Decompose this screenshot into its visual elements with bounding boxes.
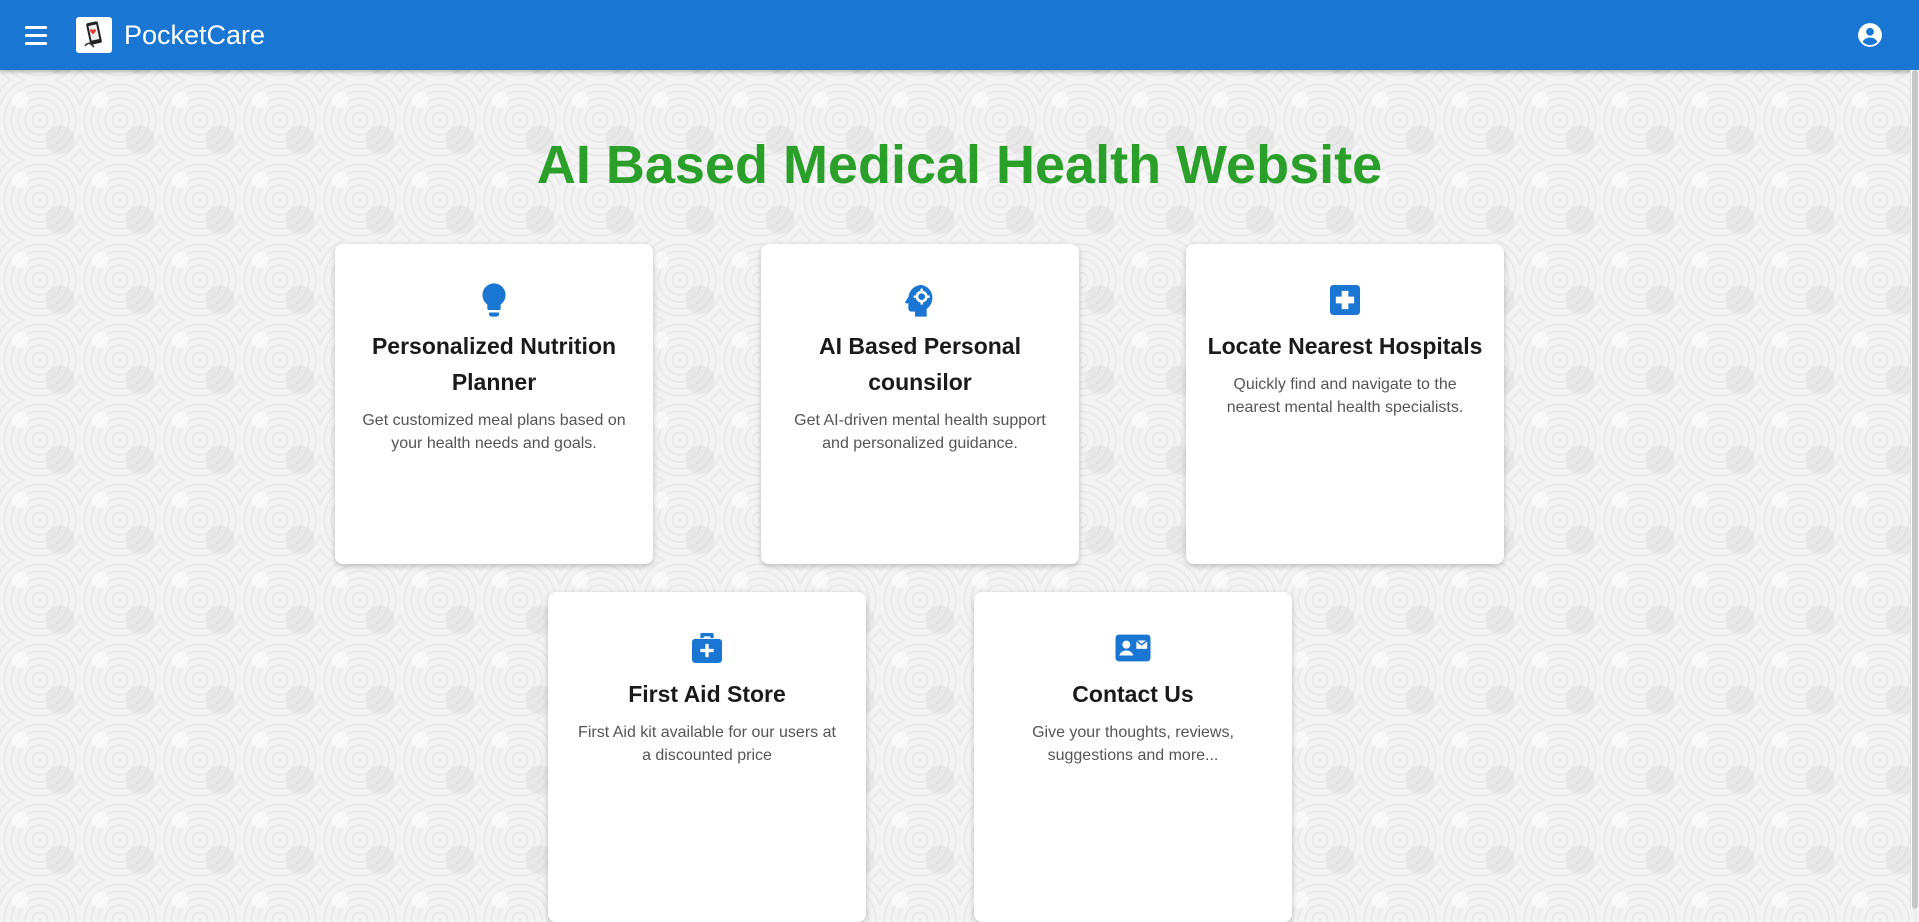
card-ai-counselor[interactable]: AI Based Personal counsilor Get AI-drive… xyxy=(761,244,1079,564)
card-title: Contact Us xyxy=(1072,681,1194,707)
menu-icon[interactable] xyxy=(22,22,50,48)
card-description: Get customized meal plans based on your … xyxy=(362,412,626,452)
brand-logo[interactable] xyxy=(76,17,112,53)
account-circle-icon[interactable] xyxy=(1857,22,1883,48)
card-title: Locate Nearest Hospitals xyxy=(1207,333,1483,359)
local-hospital-icon xyxy=(1330,285,1360,315)
card-title: Personalized Nutrition Planner xyxy=(371,333,617,395)
psychology-icon xyxy=(905,285,933,317)
brand-name[interactable]: PocketCare xyxy=(124,18,265,52)
contact-mail-icon xyxy=(1115,634,1151,662)
card-title: First Aid Store xyxy=(628,681,786,707)
app-bar: PocketCare xyxy=(0,0,1919,70)
card-first-aid-store[interactable]: First Aid Store First Aid kit available … xyxy=(548,592,866,922)
card-nutrition-planner[interactable]: Personalized Nutrition Planner Get custo… xyxy=(335,244,653,564)
phone-heart-logo-icon xyxy=(84,21,102,48)
lightbulb-icon xyxy=(482,283,506,317)
card-description: Give your thoughts, reviews, suggestions… xyxy=(1032,724,1234,764)
card-locate-hospitals[interactable]: Locate Nearest Hospitals Quickly find an… xyxy=(1186,244,1504,564)
card-title: AI Based Personal counsilor xyxy=(819,333,1021,395)
medical-services-icon xyxy=(692,633,722,663)
card-description: Quickly find and navigate to the nearest… xyxy=(1226,376,1464,416)
card-description: Get AI-driven mental health support and … xyxy=(794,412,1046,452)
page-title: AI Based Medical Health Website xyxy=(536,135,1383,195)
card-contact-us[interactable]: Contact Us Give your thoughts, reviews, … xyxy=(974,592,1292,922)
card-description: First Aid kit available for our users at… xyxy=(578,724,836,764)
